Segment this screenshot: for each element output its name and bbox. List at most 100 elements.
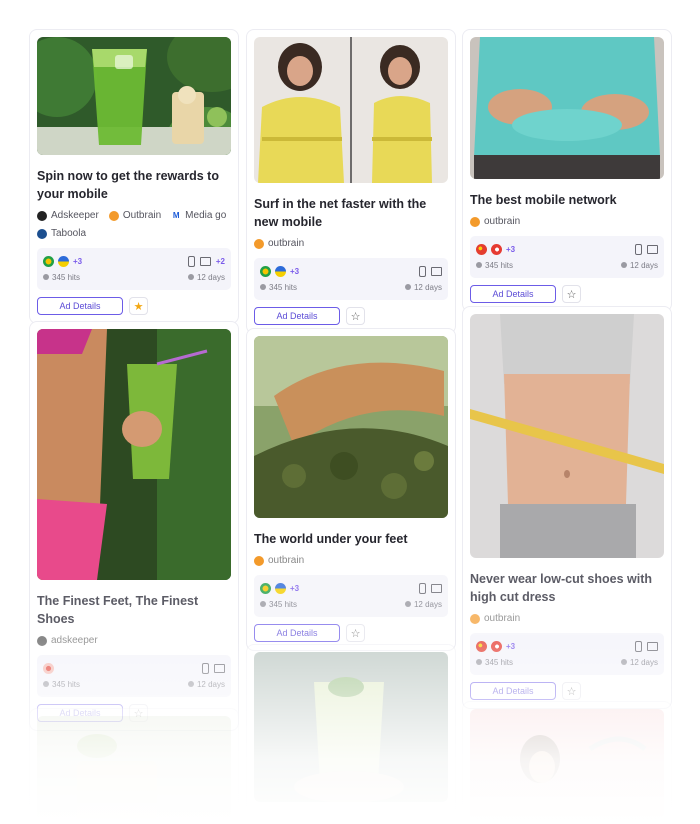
- ad-image-green-drink-glass[interactable]: [254, 652, 448, 802]
- days-stat: 12 days: [620, 261, 658, 270]
- adskeeper-icon: [37, 211, 47, 221]
- devices-more-count: +2: [215, 256, 225, 266]
- ad-card[interactable]: The Finest Feet, The Finest Shoes adskee…: [29, 321, 239, 731]
- flag-turkey-icon: [491, 640, 502, 652]
- ad-details-button[interactable]: Ad Details: [254, 307, 340, 325]
- ad-info-panel: +3 345 hits 12 days: [470, 236, 664, 278]
- ad-details-button[interactable]: Ad Details: [470, 285, 556, 303]
- hits-stat: 345 hits: [260, 283, 297, 292]
- hits-icon: [260, 601, 266, 607]
- hits-stat: 345 hits: [476, 658, 513, 667]
- ad-image-dried-herbs[interactable]: [254, 336, 448, 518]
- mobile-icon: [635, 243, 642, 255]
- geo-flags: +3: [43, 255, 82, 267]
- device-list: [635, 640, 658, 652]
- star-icon[interactable]: ☆: [562, 285, 581, 303]
- ad-networks: Adskeeper Outbrain M Media go Taboola: [37, 209, 231, 241]
- ad-networks: outbrain: [470, 215, 664, 229]
- device-list: +2: [187, 255, 225, 267]
- ad-card[interactable]: The world under your feet outbrain +3 34…: [246, 328, 456, 651]
- flags-more-count: +3: [290, 583, 300, 593]
- ad-card[interactable]: [462, 701, 672, 824]
- network-outbrain: outbrain: [470, 612, 520, 626]
- ad-image-smoothie-fitness[interactable]: [37, 329, 231, 580]
- ad-card[interactable]: Never wear low-cut shoes with high cut d…: [462, 306, 672, 709]
- flag-turkey-icon: [491, 243, 502, 255]
- ad-card[interactable]: Spin now to get the rewards to your mobi…: [29, 29, 239, 324]
- star-icon[interactable]: ☆: [346, 624, 365, 642]
- days-stat: 12 days: [187, 273, 225, 282]
- flag-ukraine-icon: [275, 582, 286, 594]
- ad-image-belly[interactable]: [470, 37, 664, 179]
- mobile-icon: [419, 265, 426, 277]
- ad-card[interactable]: The best mobile network outbrain +3 345 …: [462, 29, 672, 312]
- ad-image-before-after[interactable]: [254, 37, 448, 183]
- ad-details-button[interactable]: Ad Details: [254, 624, 340, 642]
- outbrain-icon: [470, 614, 480, 624]
- flags-more-count: +3: [506, 641, 516, 651]
- star-filled-icon[interactable]: ★: [129, 297, 148, 315]
- flag-ukraine-icon: [275, 265, 286, 277]
- ad-networks: outbrain: [254, 237, 448, 251]
- flag-china-icon: [476, 243, 487, 255]
- desktop-icon: [214, 663, 225, 673]
- device-list: [419, 265, 442, 277]
- geo-flags: +3: [476, 640, 516, 652]
- network-adskeeper: adskeeper: [37, 634, 98, 648]
- device-list: [419, 582, 442, 594]
- hits-icon: [260, 284, 266, 290]
- desktop-icon: [647, 244, 658, 254]
- flag-brazil-icon: [43, 255, 54, 267]
- geo-flags: +3: [476, 243, 515, 255]
- ad-card[interactable]: Surf in the net faster with the new mobi…: [246, 29, 456, 334]
- ad-info-panel: +3 345 hits 12 days: [254, 258, 448, 300]
- flag-brazil-icon: [260, 582, 271, 594]
- geo-flags: +3: [260, 582, 300, 594]
- flag-japan-icon: [43, 662, 54, 674]
- desktop-icon: [199, 256, 211, 266]
- ad-title: The Finest Feet, The Finest Shoes: [37, 594, 199, 626]
- hits-stat: 345 hits: [43, 273, 80, 282]
- outbrain-icon: [108, 211, 119, 221]
- network-media-go: M Media go: [172, 210, 227, 221]
- device-list: [635, 243, 658, 255]
- flag-ukraine-icon: [58, 255, 69, 267]
- ad-details-button[interactable]: Ad Details: [37, 297, 123, 315]
- clock-icon: [187, 274, 194, 280]
- flags-more-count: +3: [290, 266, 300, 276]
- ad-details-button[interactable]: Ad Details: [470, 682, 556, 700]
- device-list: [202, 662, 225, 674]
- ad-card[interactable]: [246, 644, 456, 824]
- ad-card[interactable]: [29, 708, 239, 824]
- hits-icon: [43, 274, 49, 280]
- ad-title: Spin now to get the rewards to your mobi…: [37, 169, 219, 201]
- network-outbrain: outbrain: [254, 554, 304, 568]
- star-icon[interactable]: ☆: [346, 307, 365, 325]
- ad-image-green-smoothie[interactable]: [37, 37, 231, 155]
- ad-title: The best mobile network: [470, 193, 617, 207]
- hits-stat: 345 hits: [260, 600, 297, 609]
- mobile-icon: [419, 582, 426, 594]
- ad-info-panel: 345 hits 12 days: [37, 655, 231, 697]
- ad-image-woman-thinking[interactable]: [470, 709, 664, 819]
- clock-icon: [620, 659, 627, 665]
- clock-icon: [187, 681, 194, 687]
- desktop-icon: [431, 583, 442, 593]
- taboola-icon: [37, 229, 47, 239]
- clock-icon: [404, 284, 411, 290]
- ad-info-panel: +3 345 hits 12 days: [470, 633, 664, 675]
- mobile-icon: [187, 255, 195, 267]
- days-stat: 12 days: [620, 658, 658, 667]
- ad-image-waist-measure[interactable]: [470, 314, 664, 558]
- geo-flags: [43, 662, 54, 674]
- star-icon[interactable]: ☆: [562, 682, 581, 700]
- ad-image-drink[interactable]: [37, 716, 231, 824]
- ad-info-panel: +3 345 hits 12 days: [254, 575, 448, 617]
- flag-brazil-icon: [260, 265, 271, 277]
- ad-title: Surf in the net faster with the new mobi…: [254, 197, 427, 229]
- geo-flags: +3: [260, 265, 300, 277]
- network-outbrain: outbrain: [470, 215, 520, 229]
- outbrain-icon: [254, 239, 264, 249]
- hits-stat: 345 hits: [43, 680, 80, 689]
- outbrain-icon: [470, 217, 480, 227]
